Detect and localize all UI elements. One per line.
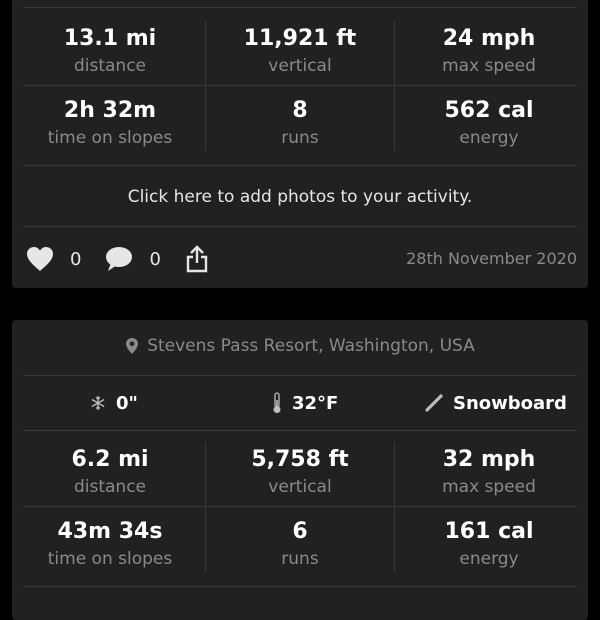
location: Stevens Pass Resort, Washington, USA (12, 334, 588, 358)
action-bar: 0 0 (26, 244, 209, 274)
divider (23, 226, 577, 227)
divider (23, 165, 577, 166)
thermometer-icon (273, 392, 281, 413)
sport-condition: Snowboard (425, 389, 567, 417)
heart-icon[interactable] (26, 246, 54, 272)
stat-value: 161 cal (444, 519, 534, 544)
divider (23, 430, 577, 431)
stat-label: vertical (268, 477, 332, 497)
stat-label: runs (281, 128, 319, 148)
stat-label: energy (459, 549, 519, 569)
stat-energy: 562 cal energy (394, 97, 584, 149)
stat-label: max speed (442, 477, 536, 497)
stat-value: 13.1 mi (63, 26, 157, 51)
snowflake-icon (91, 396, 105, 410)
stat-runs: 6 runs (205, 518, 395, 570)
stat-runs: 8 runs (205, 97, 395, 149)
stat-value: 6 (292, 519, 308, 544)
stat-max-speed: 24 mph max speed (394, 25, 584, 77)
activity-date: 28th November 2020 (406, 249, 577, 268)
divider (23, 7, 577, 8)
add-photos-link[interactable]: Click here to add photos to your activit… (12, 186, 588, 208)
stat-label: energy (459, 128, 519, 148)
location-text: Stevens Pass Resort, Washington, USA (147, 336, 475, 356)
stat-label: time on slopes (47, 128, 173, 148)
stat-label: distance (73, 477, 147, 497)
stat-max-speed: 32 mph max speed (394, 446, 584, 498)
stat-value: 8 (292, 98, 308, 123)
temperature-condition: 32°F (272, 389, 338, 417)
stat-energy: 161 cal energy (394, 518, 584, 570)
stat-distance: 13.1 mi distance (15, 25, 205, 77)
speech-bubble-icon[interactable] (105, 246, 133, 272)
divider (23, 586, 577, 587)
sport-value: Snowboard (453, 392, 567, 414)
divider (23, 85, 577, 86)
share-icon[interactable] (185, 245, 209, 273)
stat-time-on-slopes: 2h 32m time on slopes (15, 97, 205, 149)
stat-vertical: 5,758 ft vertical (205, 446, 395, 498)
stat-vertical: 11,921 ft vertical (205, 25, 395, 77)
stat-label: runs (281, 549, 319, 569)
comment-count: 0 (149, 248, 161, 270)
stat-value: 2h 32m (63, 98, 157, 123)
temperature-value: 32°F (292, 392, 339, 414)
stat-value: 32 mph (442, 447, 536, 472)
stat-label: max speed (442, 56, 536, 76)
stat-value: 11,921 ft (243, 26, 357, 51)
stat-distance: 6.2 mi distance (15, 446, 205, 498)
like-count: 0 (70, 248, 82, 270)
stat-time-on-slopes: 43m 34s time on slopes (15, 518, 205, 570)
snow-value: 0" (116, 392, 138, 414)
stat-label: distance (73, 56, 147, 76)
map-pin-icon (126, 338, 139, 354)
stat-label: time on slopes (47, 549, 173, 569)
activity-card[interactable]: 13.1 mi distance 11,921 ft vertical 24 m… (12, 0, 588, 288)
divider (23, 506, 577, 507)
stat-label: vertical (268, 56, 332, 76)
stat-value: 43m 34s (57, 519, 163, 544)
stat-value: 5,758 ft (251, 447, 349, 472)
snow-condition: 0" (90, 389, 138, 417)
stat-value: 24 mph (442, 26, 536, 51)
stat-value: 6.2 mi (71, 447, 149, 472)
stat-value: 562 cal (444, 98, 534, 123)
divider (23, 375, 577, 376)
snowboard-icon (425, 394, 443, 412)
activity-card[interactable]: Stevens Pass Resort, Washington, USA 0" … (12, 320, 588, 620)
